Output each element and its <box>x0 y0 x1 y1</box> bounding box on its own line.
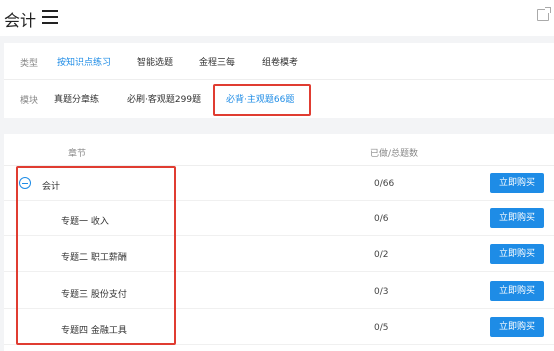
filter-module-option-subjective[interactable]: 必背·主观题66题 <box>226 92 294 105</box>
filter-row-module: 模块 真题分章练 必刷·客观题299题 必背·主观题66题 <box>4 80 554 116</box>
buy-now-button[interactable]: 立即购买 <box>490 173 544 193</box>
row-progress: 0/66 <box>374 179 395 189</box>
column-header-chapter: 章节 <box>68 149 87 159</box>
menu-icon[interactable] <box>42 10 58 24</box>
row-progress: 0/6 <box>374 214 389 224</box>
chapter-table: 章节 已做/总题数 会计 0/66 立即购买 专题一 收入 0/6 立即购买 专… <box>4 134 554 351</box>
filter-row-type: 类型 按知识点练习 智能选题 金程三每 组卷模考 <box>4 43 554 80</box>
table-row[interactable]: 专题二 职工薪酬 0/2 立即购买 <box>4 237 554 272</box>
filter-module-option-objective[interactable]: 必刷·客观题299题 <box>127 92 201 105</box>
buy-now-button[interactable]: 立即购买 <box>490 208 544 228</box>
top-bar: 会计 <box>0 0 554 36</box>
filter-module-option-chapters[interactable]: 真题分章练 <box>54 92 99 105</box>
filter-type-option-smart[interactable]: 智能选题 <box>137 55 173 68</box>
row-name: 会计 <box>42 182 61 192</box>
buy-now-button[interactable]: 立即购买 <box>490 281 544 301</box>
filter-type-option-mock[interactable]: 组卷模考 <box>262 55 298 68</box>
row-name: 专题二 职工薪酬 <box>61 253 127 263</box>
row-progress: 0/5 <box>374 323 389 333</box>
table-row[interactable]: 专题三 股份支付 0/3 立即购买 <box>4 274 554 309</box>
filter-type-option-knowledge[interactable]: 按知识点练习 <box>57 55 111 68</box>
filter-type-option-jincheng[interactable]: 金程三每 <box>199 55 235 68</box>
table-row-chapter[interactable]: 会计 0/66 立即购买 <box>4 166 554 201</box>
table-row[interactable]: 专题四 金融工具 0/5 立即购买 <box>4 310 554 345</box>
collapse-minus-icon[interactable] <box>19 177 31 189</box>
app-title: 会计 <box>4 11 37 30</box>
external-window-icon[interactable] <box>537 7 551 21</box>
row-progress: 0/2 <box>374 250 389 260</box>
row-name: 专题一 收入 <box>61 217 109 227</box>
row-progress: 0/3 <box>374 287 389 297</box>
row-name: 专题三 股份支付 <box>61 290 127 300</box>
buy-now-button[interactable]: 立即购买 <box>490 317 544 337</box>
table-row[interactable]: 专题一 收入 0/6 立即购买 <box>4 201 554 236</box>
column-header-progress: 已做/总题数 <box>370 149 419 159</box>
filter-type-label: 类型 <box>20 59 39 69</box>
filter-module-label: 模块 <box>20 96 39 106</box>
row-name: 专题四 金融工具 <box>61 326 127 336</box>
filter-panel: 类型 按知识点练习 智能选题 金程三每 组卷模考 模块 真题分章练 必刷·客观题… <box>4 43 554 118</box>
buy-now-button[interactable]: 立即购买 <box>490 244 544 264</box>
